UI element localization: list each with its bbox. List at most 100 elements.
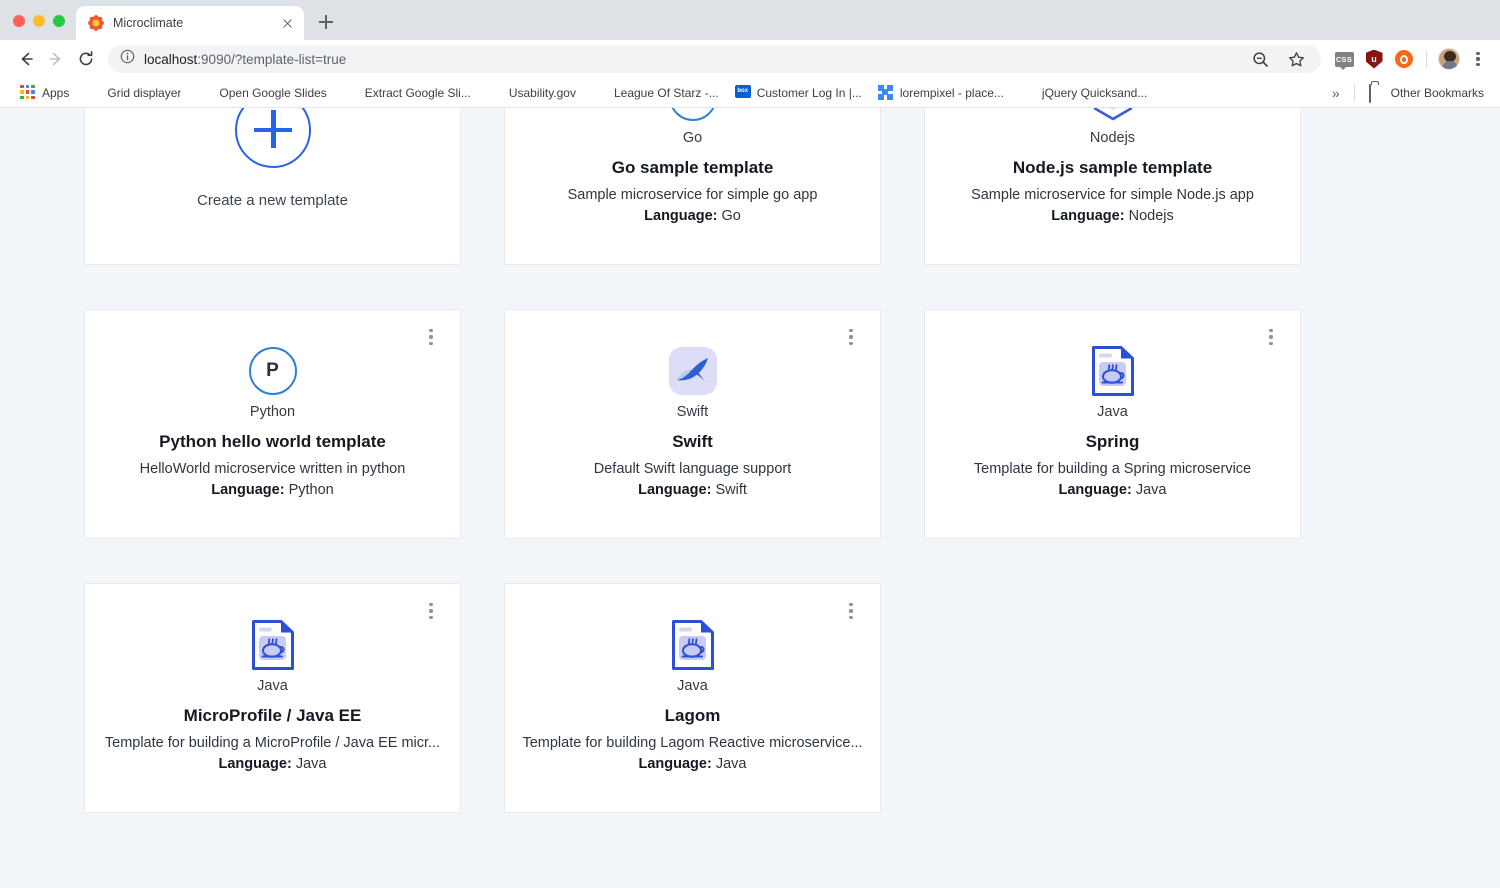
globe-icon [1020, 85, 1036, 101]
java-file-icon [251, 620, 295, 670]
template-description: Template for building Lagom Reactive mic… [522, 735, 862, 751]
bookmark-open-google-slides[interactable]: Open Google Slides [189, 82, 334, 104]
bookmark-lorempixel[interactable]: lorempixel - place... [870, 82, 1012, 104]
language-label: Language: [1059, 482, 1132, 498]
create-new-template-card[interactable]: Create a new template [84, 108, 461, 265]
folder-icon [1369, 85, 1385, 101]
ublock-extension-icon[interactable]: u [1361, 46, 1387, 72]
language-label: Language: [638, 482, 711, 498]
bookmark-extract-google-slides[interactable]: Extract Google Sli... [335, 82, 479, 104]
profile-avatar[interactable] [1436, 46, 1462, 72]
language-value: Nodejs [1129, 208, 1174, 224]
language-label: Language: [1051, 208, 1124, 224]
java-file-icon [1091, 346, 1135, 396]
bookmark-other-bookmarks[interactable]: Other Bookmarks [1361, 82, 1492, 104]
template-description: Template for building a MicroProfile / J… [105, 735, 440, 751]
bookmark-jquery-quicksand[interactable]: jQuery Quicksand... [1012, 82, 1155, 104]
bookmark-apps[interactable]: Apps [12, 82, 77, 104]
bookmark-star-icon[interactable] [1283, 46, 1309, 72]
template-card-nodejs[interactable]: JS Nodejs Node.js sample template Sample… [924, 108, 1301, 265]
page-viewport: Create a new template G Go Go sample tem… [0, 108, 1500, 888]
language-label: Language: [644, 208, 717, 224]
zoom-out-search-icon[interactable] [1247, 46, 1273, 72]
template-language-line: Language: Java [1059, 482, 1167, 498]
language-value: Java [716, 756, 747, 772]
template-card-swift[interactable]: Swift Swift Default Swift language suppo… [504, 309, 881, 539]
plus-circle-icon [235, 108, 311, 168]
extensions-area: CSS u [1331, 46, 1490, 72]
template-language-name: Java [1097, 404, 1128, 420]
template-language-line: Language: Java [639, 756, 747, 772]
bookmark-league-of-starz[interactable]: League Of Starz -... [584, 82, 727, 104]
browser-window: Microclimate localhost:9090/?template-li… [0, 0, 1500, 888]
forward-arrow-icon[interactable] [42, 45, 70, 73]
card-overflow-menu-icon[interactable] [422, 326, 440, 348]
template-card-lagom[interactable]: Java Lagom Template for building Lagom R… [504, 583, 881, 813]
template-description: HelloWorld microservice written in pytho… [140, 461, 406, 477]
browser-tab-microclimate[interactable]: Microclimate [76, 6, 304, 40]
template-title: Lagom [665, 706, 721, 726]
language-label: Language: [639, 756, 712, 772]
template-language-line: Language: Swift [638, 482, 747, 498]
template-language-name: Go [683, 130, 702, 146]
template-language-name: Python [250, 404, 295, 420]
template-language-line: Language: Python [211, 482, 334, 498]
template-language-name: Java [257, 678, 288, 694]
bookmarks-bar: Apps Grid displayer Open Google Slides E… [0, 78, 1500, 108]
lorempixel-icon [878, 85, 894, 101]
python-icon-letter: P [249, 347, 297, 395]
minimize-window-button[interactable] [33, 15, 45, 27]
reload-icon[interactable] [72, 45, 100, 73]
bookmark-label: Grid displayer [107, 86, 181, 100]
language-label: Language: [219, 756, 292, 772]
close-icon[interactable] [279, 15, 295, 31]
template-title: Node.js sample template [1013, 158, 1212, 178]
bookmark-usability-gov[interactable]: Usability.gov [479, 82, 584, 104]
bookmarks-divider [1354, 85, 1355, 101]
url-path: :9090/?template-list=true [197, 52, 346, 67]
back-arrow-icon[interactable] [12, 45, 40, 73]
template-language-name: Nodejs [1090, 130, 1135, 146]
card-overflow-menu-icon[interactable] [1262, 326, 1280, 348]
new-tab-button[interactable] [312, 8, 340, 36]
template-card-python[interactable]: P Python Python hello world template Hel… [84, 309, 461, 539]
bookmark-customer-log-in[interactable]: box Customer Log In |... [727, 82, 870, 104]
template-title: MicroProfile / Java EE [184, 706, 362, 726]
card-overflow-menu-icon[interactable] [842, 600, 860, 622]
template-title: Python hello world template [159, 432, 386, 452]
chevron-double-right-icon[interactable]: » [1324, 85, 1348, 101]
diamond-icon [487, 85, 503, 101]
card-overflow-menu-icon[interactable] [422, 600, 440, 622]
bookmark-label: Extract Google Sli... [365, 86, 471, 100]
info-circle-icon[interactable] [120, 49, 135, 69]
template-language-line: Language: Java [219, 756, 327, 772]
tab-title: Microclimate [113, 16, 270, 30]
window-controls [0, 15, 76, 40]
close-window-button[interactable] [13, 15, 25, 27]
url-host: localhost [144, 52, 197, 67]
template-language-name: Swift [677, 404, 708, 420]
template-language-name: Java [677, 678, 708, 694]
browser-toolbar: localhost:9090/?template-list=true CSS u [0, 40, 1500, 78]
template-card-microprofile-javaee[interactable]: Java MicroProfile / Java EE Template for… [84, 583, 461, 813]
language-value: Java [296, 756, 327, 772]
language-value: Swift [715, 482, 746, 498]
bookmark-label: lorempixel - place... [900, 86, 1004, 100]
bookmark-grid-displayer[interactable]: Grid displayer [77, 82, 189, 104]
toolbar-divider [1426, 50, 1427, 68]
language-value: Java [1136, 482, 1167, 498]
template-cards-grid: Create a new template G Go Go sample tem… [0, 108, 1500, 813]
maximize-window-button[interactable] [53, 15, 65, 27]
chrome-menu-icon[interactable] [1466, 46, 1490, 72]
globe-icon [85, 85, 101, 101]
bookmark-label: Other Bookmarks [1391, 86, 1484, 100]
address-bar[interactable]: localhost:9090/?template-list=true [108, 45, 1321, 73]
orange-extension-icon[interactable] [1391, 46, 1417, 72]
template-card-spring[interactable]: Java Spring Template for building a Spri… [924, 309, 1301, 539]
bookmark-label: Usability.gov [509, 86, 576, 100]
card-overflow-menu-icon[interactable] [842, 326, 860, 348]
globe-icon [197, 85, 213, 101]
css-extension-icon[interactable]: CSS [1331, 46, 1357, 72]
swirl-icon [592, 85, 608, 101]
template-card-go[interactable]: G Go Go sample template Sample microserv… [504, 108, 881, 265]
